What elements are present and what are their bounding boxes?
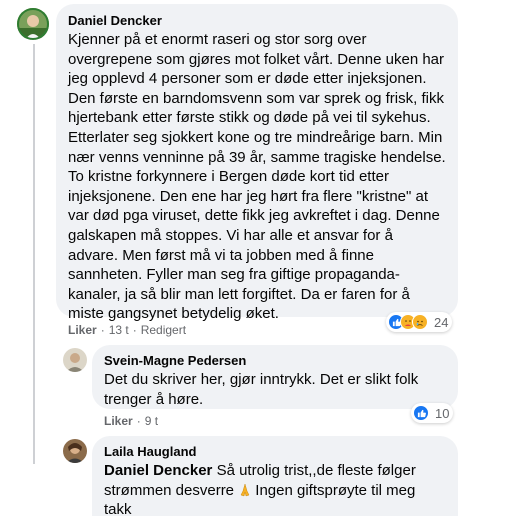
like-icon — [413, 405, 429, 421]
avatar-svein-magne[interactable] — [63, 348, 87, 372]
comment-text: Det du skriver her, gjør inntrykk. Det e… — [104, 371, 419, 408]
comment-text: Kjenner på et enormt raseri og stor sorg… — [68, 31, 446, 323]
avatar-laila[interactable] — [63, 439, 87, 463]
comment-author[interactable]: Daniel Dencker — [68, 13, 446, 28]
mention-link[interactable]: Daniel Dencker — [104, 462, 212, 479]
reaction-count: 24 — [434, 314, 449, 330]
folded-hands-icon — [234, 482, 255, 498]
dot-separator: · — [100, 323, 105, 337]
like-button[interactable]: Liker — [104, 414, 133, 428]
timestamp[interactable]: 9 t — [145, 414, 158, 428]
comment-actions-main: Liker · 13 t · Redigert — [68, 323, 186, 337]
comment-bubble-reply-2: Laila Haugland Daniel Dencker Så utrolig… — [92, 436, 458, 518]
dot-separator: · — [136, 414, 141, 428]
sad-icon — [412, 314, 428, 330]
reaction-count: 10 — [435, 405, 450, 421]
comment-bubble-reply-1: Svein-Magne Pedersen Det du skriver her,… — [92, 345, 458, 409]
dot-separator: · — [132, 323, 137, 337]
comment-author[interactable]: Laila Haugland — [104, 444, 446, 459]
reaction-summary-reply-1[interactable]: 10 — [411, 403, 454, 423]
comment-bubble-main: Daniel Dencker Kjenner på et enormt rase… — [56, 4, 458, 322]
thread-line — [33, 44, 35, 464]
edited-label: Redigert — [140, 323, 187, 337]
like-button[interactable]: Liker — [68, 323, 97, 337]
avatar-daniel[interactable] — [17, 8, 49, 40]
comment-text: Daniel Dencker Så utrolig trist,,de fles… — [104, 461, 446, 520]
comment-actions-reply-1: Liker · 9 t — [104, 414, 158, 428]
reaction-summary-main[interactable]: 24 — [386, 312, 453, 332]
timestamp[interactable]: 13 t — [109, 323, 129, 337]
comment-author[interactable]: Svein-Magne Pedersen — [104, 353, 446, 368]
